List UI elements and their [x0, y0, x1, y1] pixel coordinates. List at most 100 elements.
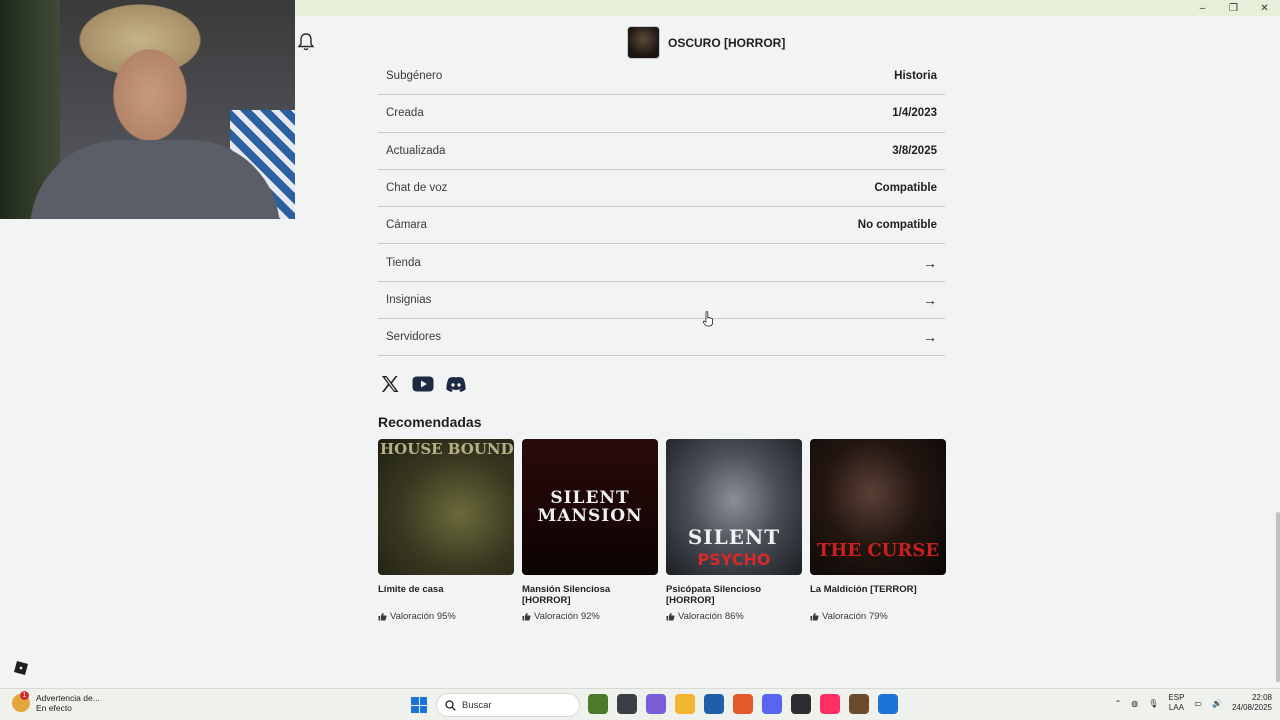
recommended-heading: Recomendadas	[378, 414, 482, 430]
language-code: ESP	[1168, 693, 1185, 702]
clock-time: 22:08	[1251, 693, 1272, 702]
detail-value: No compatible	[857, 219, 937, 232]
detail-value: Historia	[894, 70, 937, 83]
arrow-right-icon: →	[923, 291, 937, 308]
tray-app-icon[interactable]: ◍	[1131, 699, 1138, 708]
game-card-rating: Valoración 95%	[378, 611, 514, 622]
taskbar-app-icon[interactable]	[588, 694, 608, 714]
thumbs-up-icon	[810, 612, 819, 621]
detail-label: Cámara	[386, 219, 427, 232]
game-card-name[interactable]: Mansión Silenciosa [HORROR]	[522, 584, 658, 606]
detail-row-subgenre: Subgénero Historia	[378, 58, 945, 96]
rating-text: Valoración 86%	[678, 611, 744, 622]
search-icon	[445, 699, 456, 711]
taskbar-app-icon[interactable]	[704, 694, 724, 714]
detail-row-created: Creada 1/4/2023	[378, 95, 945, 133]
game-card[interactable]: HOUSE BOUND Límite de casa Valoración 95…	[378, 439, 514, 622]
game-card-thumbnail[interactable]: THE CURSE	[810, 439, 946, 575]
minimize-button[interactable]: –	[1187, 0, 1218, 16]
windows-start-icon[interactable]	[411, 697, 427, 713]
rating-text: Valoración 95%	[390, 611, 456, 622]
game-card-name[interactable]: Límite de casa	[378, 584, 514, 606]
detail-value: 1/4/2023	[892, 107, 937, 120]
game-card-rating: Valoración 86%	[666, 611, 802, 622]
detail-label: Insignias	[386, 293, 432, 306]
window-controls: – ❐ ✕	[1187, 0, 1280, 16]
detail-label: Subgénero	[386, 70, 443, 83]
thumbnail-title-text: HOUSE BOUND	[380, 440, 514, 458]
detail-row-updated: Actualizada 3/8/2025	[378, 133, 945, 170]
game-thumbnail	[627, 26, 660, 59]
windows-taskbar: 1 Advertencia de... En efecto Buscar ⌃ ◍…	[0, 688, 1280, 720]
arrow-right-icon: →	[923, 254, 937, 271]
game-card-rating: Valoración 92%	[522, 611, 658, 622]
volume-icon[interactable]: 🔊	[1212, 699, 1222, 708]
rating-text: Valoración 79%	[822, 611, 888, 622]
thumbs-up-icon	[522, 612, 531, 621]
thumbnail-title-text: SILENT MANSION	[537, 488, 643, 526]
taskbar-app-icon[interactable]	[878, 694, 898, 714]
microphone-icon[interactable]: 🎙	[1148, 699, 1158, 708]
taskbar-search[interactable]: Buscar	[436, 693, 580, 717]
taskbar-app-icon[interactable]	[849, 694, 869, 714]
taskbar-app-icon[interactable]	[675, 694, 695, 714]
page-scrollbar[interactable]	[1276, 512, 1280, 682]
detail-row-servers[interactable]: Servidores →	[378, 319, 945, 357]
detail-value: Compatible	[874, 182, 937, 195]
detail-label: Tienda	[386, 256, 421, 269]
thumbs-up-icon	[666, 612, 675, 621]
taskbar-app-icon[interactable]	[791, 694, 811, 714]
detail-label: Servidores	[386, 331, 441, 344]
notification-bell-icon[interactable]	[296, 31, 316, 53]
system-tray: ⌃ ◍ 🎙 ESP LAA ▭ 🔊 22:08 24/08/2025	[1115, 693, 1272, 713]
game-title-bar[interactable]: OSCURO [HORROR]	[627, 26, 785, 59]
notification-title: Advertencia de...	[36, 693, 100, 703]
restore-button[interactable]: ❐	[1218, 0, 1249, 16]
taskbar-app-icon[interactable]	[646, 694, 666, 714]
hand-cursor-icon	[702, 311, 713, 327]
taskbar-notification[interactable]: 1 Advertencia de... En efecto	[12, 691, 100, 713]
detail-row-voice-chat: Chat de voz Compatible	[378, 170, 945, 208]
detail-row-badges[interactable]: Insignias →	[378, 282, 945, 320]
notification-subtitle: En efecto	[36, 703, 72, 713]
thumbnail-subtitle-text: PSYCHO	[697, 550, 771, 569]
social-links	[379, 374, 467, 394]
warning-icon: 1	[12, 691, 30, 712]
taskbar-apps	[588, 694, 898, 714]
webcam-overlay	[0, 0, 295, 219]
game-card-thumbnail[interactable]: SILENT MANSION	[522, 439, 658, 575]
close-button[interactable]: ✕	[1249, 0, 1280, 16]
game-details-list: Subgénero Historia Creada 1/4/2023 Actua…	[378, 58, 945, 357]
clock-date: 24/08/2025	[1231, 703, 1272, 712]
roblox-logo-icon[interactable]	[14, 661, 28, 675]
taskbar-app-icon[interactable]	[733, 694, 753, 714]
detail-label: Creada	[386, 107, 424, 120]
game-card-name[interactable]: Psicópata Silencioso [HORROR]	[666, 584, 802, 606]
arrow-right-icon: →	[923, 329, 937, 346]
keyboard-layout: LAA	[1168, 703, 1184, 712]
thumbnail-title-text: THE CURSE	[816, 540, 940, 561]
detail-row-store[interactable]: Tienda →	[378, 244, 945, 282]
game-card[interactable]: SILENT PSYCHO Psicópata Silencioso [HORR…	[666, 439, 802, 622]
taskbar-app-icon[interactable]	[820, 694, 840, 714]
network-icon[interactable]: ▭	[1194, 699, 1202, 708]
chevron-up-icon[interactable]: ⌃	[1115, 699, 1122, 708]
detail-label: Chat de voz	[386, 182, 448, 195]
notification-badge: 1	[20, 691, 29, 700]
language-indicator[interactable]: ESP LAA	[1168, 693, 1184, 713]
rating-text: Valoración 92%	[534, 611, 600, 622]
taskbar-app-icon[interactable]	[762, 694, 782, 714]
game-card[interactable]: SILENT MANSION Mansión Silenciosa [HORRO…	[522, 439, 658, 622]
taskbar-clock[interactable]: 22:08 24/08/2025	[1232, 693, 1272, 713]
thumbs-up-icon	[378, 612, 387, 621]
discord-icon[interactable]	[445, 374, 467, 394]
taskbar-app-icon[interactable]	[617, 694, 637, 714]
game-card-thumbnail[interactable]: SILENT PSYCHO	[666, 439, 802, 575]
game-card-name[interactable]: La Maldición [TERROR]	[810, 584, 946, 606]
game-card-thumbnail[interactable]: HOUSE BOUND	[378, 439, 514, 575]
x-icon[interactable]	[379, 374, 401, 394]
game-card[interactable]: THE CURSE La Maldición [TERROR] Valoraci…	[810, 439, 946, 622]
youtube-icon[interactable]	[412, 374, 434, 394]
game-title: OSCURO [HORROR]	[668, 35, 786, 50]
detail-value: 3/8/2025	[892, 144, 937, 157]
